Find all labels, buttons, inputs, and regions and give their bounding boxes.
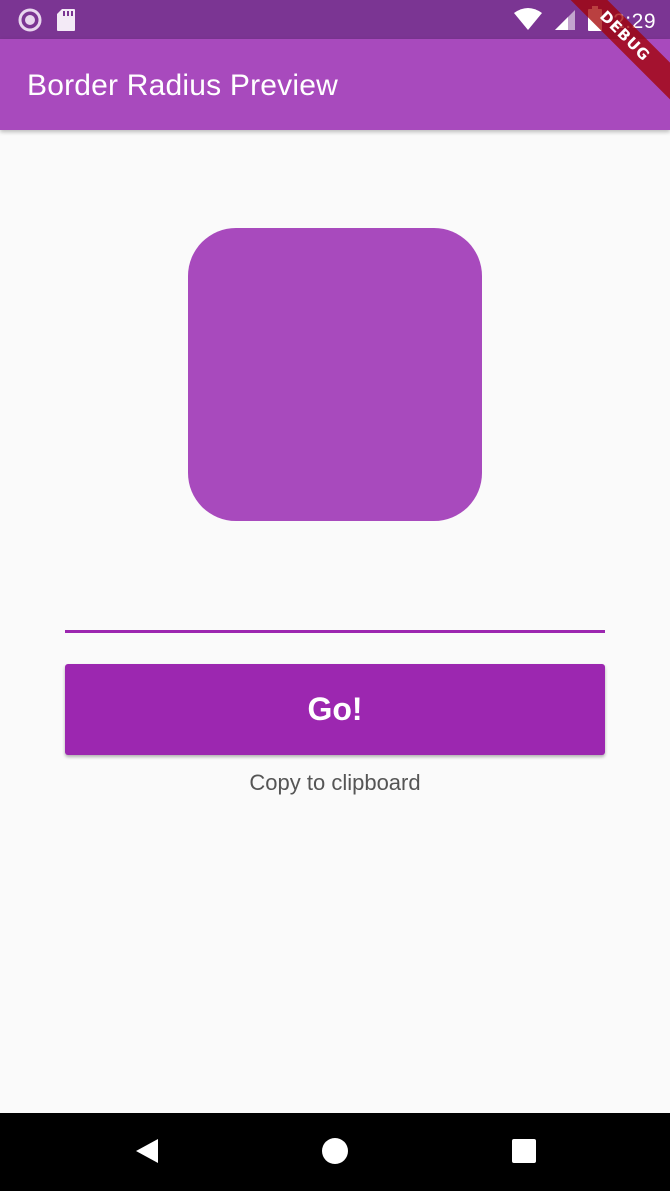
page-title: Border Radius Preview <box>27 69 338 102</box>
battery-icon <box>587 6 603 37</box>
app-screen: 2:29 DEBUG Border Radius Preview Go! Cop… <box>0 0 670 1191</box>
recents-icon <box>511 1138 537 1169</box>
status-right-icons: 2:29 <box>513 6 656 37</box>
system-nav-bar <box>0 1113 670 1191</box>
record-icon <box>18 8 42 37</box>
back-icon <box>134 1137 160 1170</box>
back-button[interactable] <box>131 1137 163 1169</box>
home-button[interactable] <box>319 1137 351 1169</box>
status-bar: 2:29 <box>0 0 670 39</box>
wifi-icon <box>513 7 543 36</box>
home-icon <box>321 1137 349 1170</box>
signal-icon <box>553 7 577 36</box>
app-bar: Border Radius Preview <box>0 39 670 130</box>
status-time: 2:29 <box>613 9 656 33</box>
copy-to-clipboard-link[interactable]: Copy to clipboard <box>65 770 605 796</box>
border-radius-preview-box <box>188 228 482 521</box>
sd-card-icon <box>56 8 76 37</box>
border-radius-input[interactable] <box>65 588 605 633</box>
recents-button[interactable] <box>508 1137 540 1169</box>
status-left-icons <box>18 8 76 37</box>
go-button[interactable]: Go! <box>65 664 605 755</box>
